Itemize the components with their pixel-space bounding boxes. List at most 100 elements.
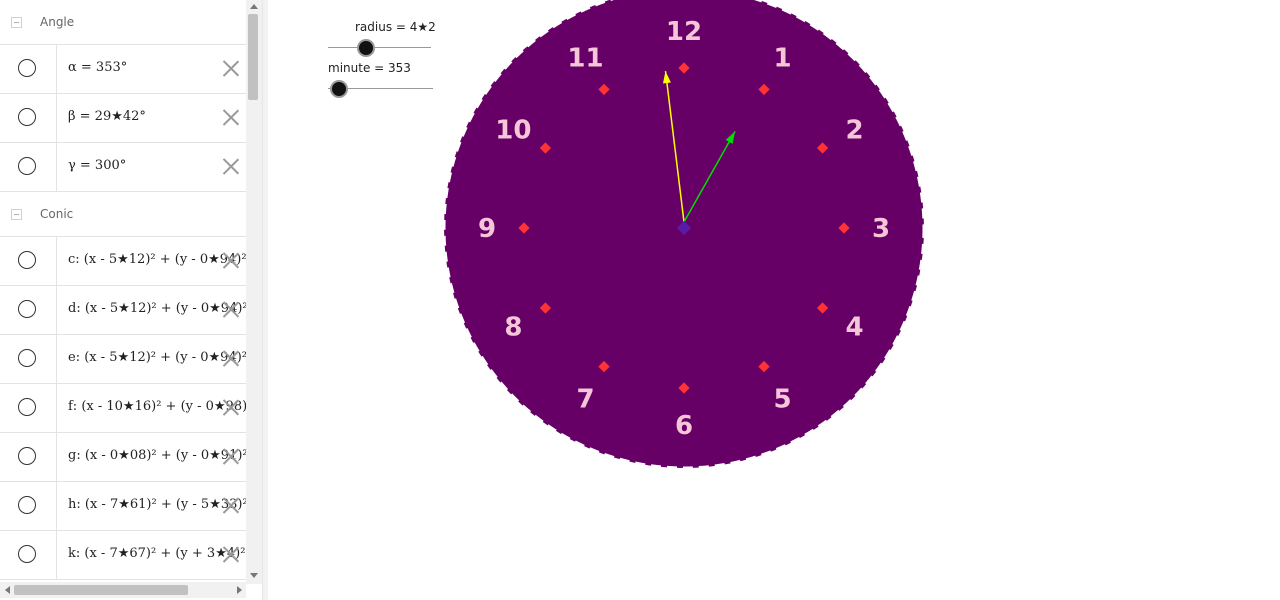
- clock-number-12: 12: [666, 17, 702, 47]
- clock-number-7: 7: [576, 385, 594, 415]
- minute-hand[interactable]: [664, 71, 685, 223]
- clock-center-point[interactable]: [676, 220, 692, 236]
- delete-icon[interactable]: [222, 447, 240, 465]
- algebra-row-gamma[interactable]: γ = 300°: [0, 143, 246, 192]
- visibility-toggle-icon[interactable]: [18, 59, 36, 77]
- delete-icon[interactable]: [222, 349, 240, 367]
- hour-marker-dot[interactable]: [678, 62, 690, 74]
- hour-marker-dot[interactable]: [539, 302, 552, 314]
- hour-marker-dot[interactable]: [539, 142, 552, 154]
- hour-marker-dot[interactable]: [816, 302, 829, 314]
- algebra-row-alpha[interactable]: α = 353°: [0, 45, 246, 94]
- visibility-cell: [0, 94, 57, 142]
- clock-number-6: 6: [675, 411, 693, 441]
- row-text[interactable]: f: (x - 10★16)² + (y - 0★98): [68, 399, 246, 414]
- minute-slider-label: minute = 353: [328, 61, 411, 75]
- algebra-row-g[interactable]: g: (x - 0★08)² + (y - 0★91)²: [0, 433, 246, 482]
- visibility-toggle-icon[interactable]: [18, 300, 36, 318]
- clock-canvas: 121234567891011: [442, 0, 926, 470]
- scroll-up-arrow-icon[interactable]: [250, 4, 258, 9]
- row-text[interactable]: e: (x - 5★12)² + (y - 0★94)²: [68, 350, 246, 365]
- group-header-conic[interactable]: Conic: [0, 192, 246, 237]
- scroll-left-arrow-icon[interactable]: [5, 586, 10, 594]
- row-text[interactable]: α = 353°: [68, 60, 127, 75]
- minute-hand-arrowhead-icon: [662, 71, 671, 84]
- horizontal-scroll-thumb[interactable]: [14, 585, 188, 595]
- visibility-toggle-icon[interactable]: [18, 496, 36, 514]
- visibility-toggle-icon[interactable]: [18, 398, 36, 416]
- delete-icon[interactable]: [222, 545, 240, 563]
- algebra-row-beta[interactable]: β = 29★42°: [0, 94, 246, 143]
- graphics-view[interactable]: radius = 4★2 minute = 353 12 1 2 3 4 5 6 7 8 9 10 1…: [268, 0, 1280, 600]
- visibility-toggle-icon[interactable]: [18, 157, 36, 175]
- vertical-scroll-thumb[interactable]: [248, 14, 258, 100]
- collapse-icon[interactable]: [11, 17, 22, 28]
- clock-face[interactable]: [442, 0, 926, 470]
- visibility-toggle-icon[interactable]: [18, 108, 36, 126]
- visibility-cell: [0, 531, 57, 579]
- visibility-cell: [0, 237, 57, 285]
- visibility-cell: [0, 384, 57, 432]
- visibility-cell: [0, 335, 57, 383]
- vertical-scrollbar[interactable]: [246, 0, 262, 584]
- hour-marker-dot[interactable]: [598, 360, 610, 373]
- scroll-right-arrow-icon[interactable]: [237, 586, 242, 594]
- group-label-angle: Angle: [40, 15, 75, 29]
- minute-slider-knob[interactable]: [329, 80, 348, 98]
- visibility-toggle-icon[interactable]: [18, 447, 36, 465]
- clock-number-8: 8: [504, 313, 522, 343]
- delete-icon[interactable]: [222, 108, 240, 126]
- algebra-row-e[interactable]: e: (x - 5★12)² + (y - 0★94)²: [0, 335, 246, 384]
- scroll-down-arrow-icon[interactable]: [250, 573, 258, 578]
- hour-marker-dot[interactable]: [598, 83, 610, 96]
- clock-number-1: 1: [773, 43, 791, 73]
- hour-hand-arrowhead-icon: [725, 131, 736, 144]
- visibility-cell: [0, 482, 57, 530]
- clock-number-3: 3: [872, 214, 890, 244]
- algebra-row-f[interactable]: f: (x - 10★16)² + (y - 0★98): [0, 384, 246, 433]
- visibility-cell: [0, 45, 57, 93]
- algebra-row-d[interactable]: d: (x - 5★12)² + (y - 0★94)²: [0, 286, 246, 335]
- group-header-angle[interactable]: Angle: [0, 0, 246, 45]
- visibility-toggle-icon[interactable]: [18, 251, 36, 269]
- delete-icon[interactable]: [222, 398, 240, 416]
- algebra-row-k[interactable]: k: (x - 7★67)² + (y + 3★4)²: [0, 531, 246, 580]
- delete-icon[interactable]: [222, 157, 240, 175]
- delete-icon[interactable]: [222, 251, 240, 269]
- hour-marker-dot[interactable]: [838, 222, 850, 234]
- row-text[interactable]: γ = 300°: [68, 158, 126, 173]
- radius-slider-track[interactable]: [328, 47, 431, 48]
- algebra-row-h[interactable]: h: (x - 7★61)² + (y - 5★33)²: [0, 482, 246, 531]
- visibility-toggle-icon[interactable]: [18, 545, 36, 563]
- hour-marker-dot[interactable]: [758, 83, 770, 96]
- algebra-view: Angle α = 353° β = 29★42° γ = 300° Conic…: [0, 0, 262, 600]
- clock-number-11: 11: [567, 43, 603, 73]
- clock-number-4: 4: [846, 313, 864, 343]
- row-text[interactable]: β = 29★42°: [68, 109, 146, 124]
- hour-marker-dot[interactable]: [678, 382, 690, 394]
- clock-number-2: 2: [846, 116, 864, 146]
- delete-icon[interactable]: [222, 496, 240, 514]
- algebra-row-c[interactable]: c: (x - 5★12)² + (y - 0★94)²: [0, 237, 246, 286]
- hour-marker-dot[interactable]: [758, 360, 770, 373]
- visibility-cell: [0, 143, 57, 191]
- clock-number-9: 9: [478, 214, 496, 244]
- visibility-cell: [0, 286, 57, 334]
- row-text[interactable]: c: (x - 5★12)² + (y - 0★94)²: [68, 252, 246, 267]
- row-text[interactable]: h: (x - 7★61)² + (y - 5★33)²: [68, 497, 246, 512]
- hour-marker-dot[interactable]: [816, 142, 829, 154]
- visibility-toggle-icon[interactable]: [18, 349, 36, 367]
- row-text[interactable]: k: (x - 7★67)² + (y + 3★4)²: [68, 546, 245, 561]
- horizontal-scrollbar[interactable]: [0, 582, 246, 598]
- row-text[interactable]: d: (x - 5★12)² + (y - 0★94)²: [68, 301, 246, 316]
- hour-marker-dot[interactable]: [518, 222, 530, 234]
- hour-hand[interactable]: [683, 131, 736, 223]
- row-text[interactable]: g: (x - 0★08)² + (y - 0★91)²: [68, 448, 246, 463]
- collapse-icon[interactable]: [11, 209, 22, 220]
- delete-icon[interactable]: [222, 59, 240, 77]
- radius-slider-knob[interactable]: [357, 39, 376, 57]
- radius-slider-label: radius = 4★2: [355, 20, 436, 34]
- visibility-cell: [0, 433, 57, 481]
- clock-number-10: 10: [495, 116, 531, 146]
- delete-icon[interactable]: [222, 300, 240, 318]
